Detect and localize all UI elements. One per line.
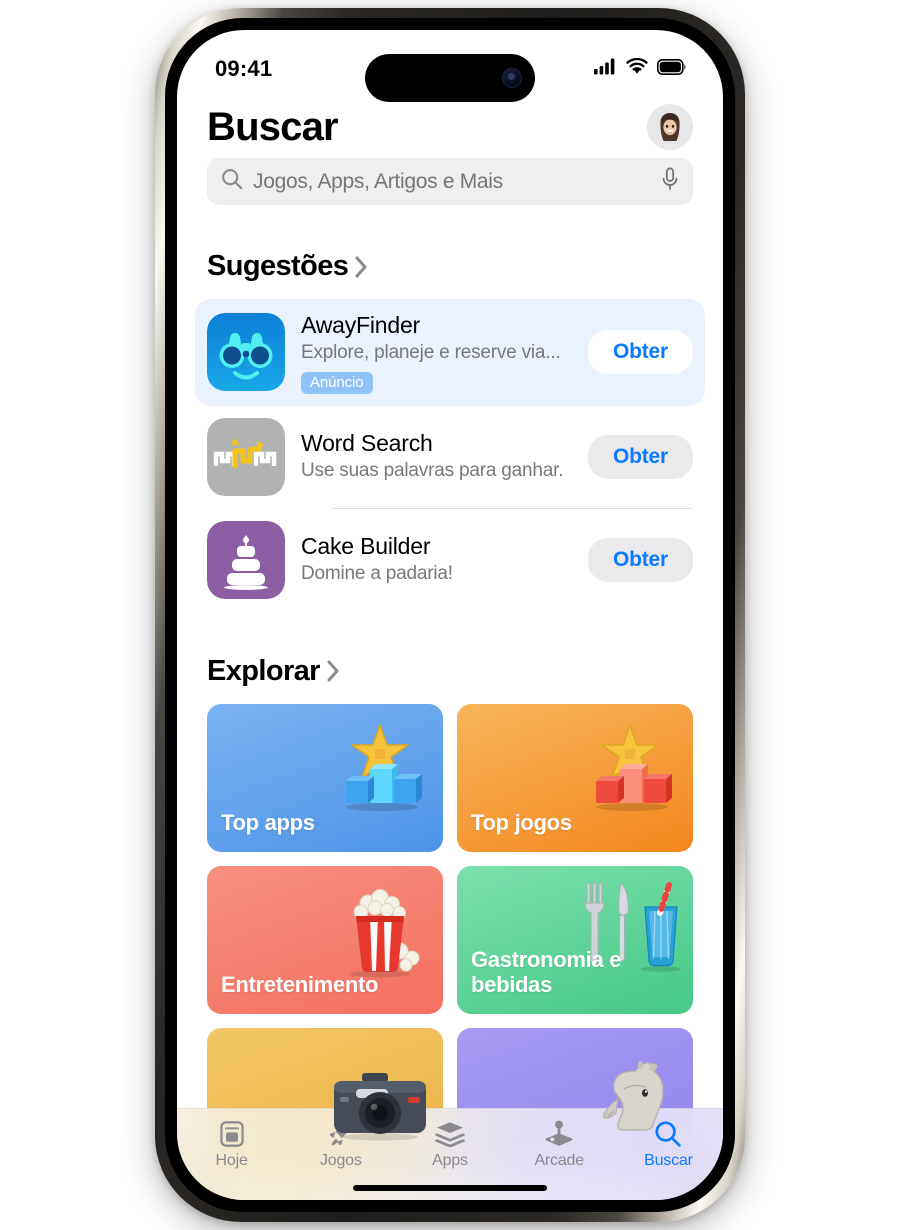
app-description: Domine a padaria!: [301, 563, 453, 585]
memoji-avatar-icon: [660, 113, 680, 141]
status-time: 09:41: [215, 56, 273, 81]
explore-card-gastronomia[interactable]: Gastronomia e bebidas: [457, 865, 693, 1014]
explore-card-entretenimento[interactable]: Entretenimento: [207, 865, 443, 1014]
iphone-device-frame: 09:41 Buscar Jogos, Apps, Artigos e Mais…: [155, 8, 745, 1222]
screenshot-stage: 09:41 Buscar Jogos, Apps, Artigos e Mais…: [0, 0, 900, 1230]
status-badge: Anúncio: [301, 371, 373, 394]
binoculars-app-icon: [207, 313, 285, 392]
page-title: Buscar: [207, 104, 339, 149]
explore-card-label: [457, 1160, 471, 1176]
list-item[interactable]: Cake Builder Domine a padaria! Obter: [195, 509, 705, 611]
chevron-right-icon: [327, 660, 340, 682]
signal-bars-icon: [594, 58, 617, 80]
explore-section-header[interactable]: Explorar: [177, 655, 723, 688]
suggestions-section-header[interactable]: Sugestões: [177, 250, 723, 283]
app-store-screen: 09:41 Buscar Jogos, Apps, Artigos e Mais…: [177, 30, 723, 1200]
horse-icon: [581, 1050, 691, 1160]
joystick-icon: [544, 1119, 574, 1149]
page-header: Buscar: [177, 92, 723, 150]
explore-card-top-jogos[interactable]: Top jogos: [457, 703, 693, 852]
app-name: Word Search: [301, 430, 433, 457]
podium-star-blue-icon: [325, 714, 435, 824]
app-info: Word Search Use suas palavras para ganha…: [301, 429, 572, 484]
device-bezel: 09:41 Buscar Jogos, Apps, Artigos e Mais…: [165, 18, 735, 1212]
app-name: AwayFinder: [301, 312, 421, 338]
app-description: Use suas palavras para ganhar.: [301, 460, 564, 482]
podium-star-orange-icon: [575, 714, 685, 824]
get-button[interactable]: Obter: [587, 434, 693, 479]
chevron-right-icon: [355, 256, 368, 278]
word-search-app-icon: [207, 417, 285, 496]
cake-app-icon: [207, 520, 285, 599]
status-indicators: [594, 57, 687, 80]
app-name: Cake Builder: [301, 533, 431, 560]
camera-icon: [325, 1054, 435, 1164]
battery-icon: [657, 58, 687, 80]
suggestions-title: Sugestões: [207, 250, 349, 282]
microphone-icon[interactable]: [661, 167, 679, 196]
today-article-icon: [219, 1119, 245, 1149]
stacked-layers-icon: [435, 1119, 465, 1149]
search-icon: [221, 168, 243, 195]
app-info: AwayFinder Explore, planeje e reserve vi…: [301, 311, 572, 394]
home-indicator[interactable]: [353, 1185, 547, 1191]
list-item[interactable]: Word Search Use suas palavras para ganha…: [195, 406, 705, 508]
explore-grid: Top apps Top jogos Entretenimento Gastro…: [177, 703, 723, 1176]
explore-card-label: Entretenimento: [221, 972, 379, 998]
explore-card-label: [207, 1160, 221, 1176]
app-info: Cake Builder Domine a padaria!: [301, 532, 572, 587]
explore-card-label: Gastronomia e bebidas: [471, 946, 622, 998]
get-button[interactable]: Obter: [587, 537, 693, 582]
explore-card-label: Top jogos: [471, 810, 572, 836]
tab-hoje[interactable]: Hoje: [177, 1119, 286, 1170]
avatar[interactable]: [647, 104, 693, 150]
explore-card-top-apps[interactable]: Top apps: [207, 703, 443, 852]
popcorn-icon: [325, 876, 435, 986]
suggestions-list: AwayFinder Explore, planeje e reserve vi…: [177, 299, 723, 611]
search-input[interactable]: Jogos, Apps, Artigos e Mais: [253, 170, 651, 194]
front-camera-icon: [502, 68, 522, 88]
explore-card-label: Top apps: [221, 810, 315, 836]
tab-label: Arcade: [534, 1152, 584, 1169]
explore-title: Explorar: [207, 654, 320, 687]
content-scroll-area[interactable]: Sugestões AwayFinder Explore, planeje e …: [177, 215, 723, 1200]
get-button[interactable]: Obter: [587, 330, 693, 375]
app-description: Explore, planeje e reserve via...: [301, 342, 561, 364]
wifi-icon: [626, 57, 648, 80]
search-bar[interactable]: Jogos, Apps, Artigos e Mais: [207, 158, 693, 205]
list-item[interactable]: AwayFinder Explore, planeje e reserve vi…: [195, 299, 705, 406]
